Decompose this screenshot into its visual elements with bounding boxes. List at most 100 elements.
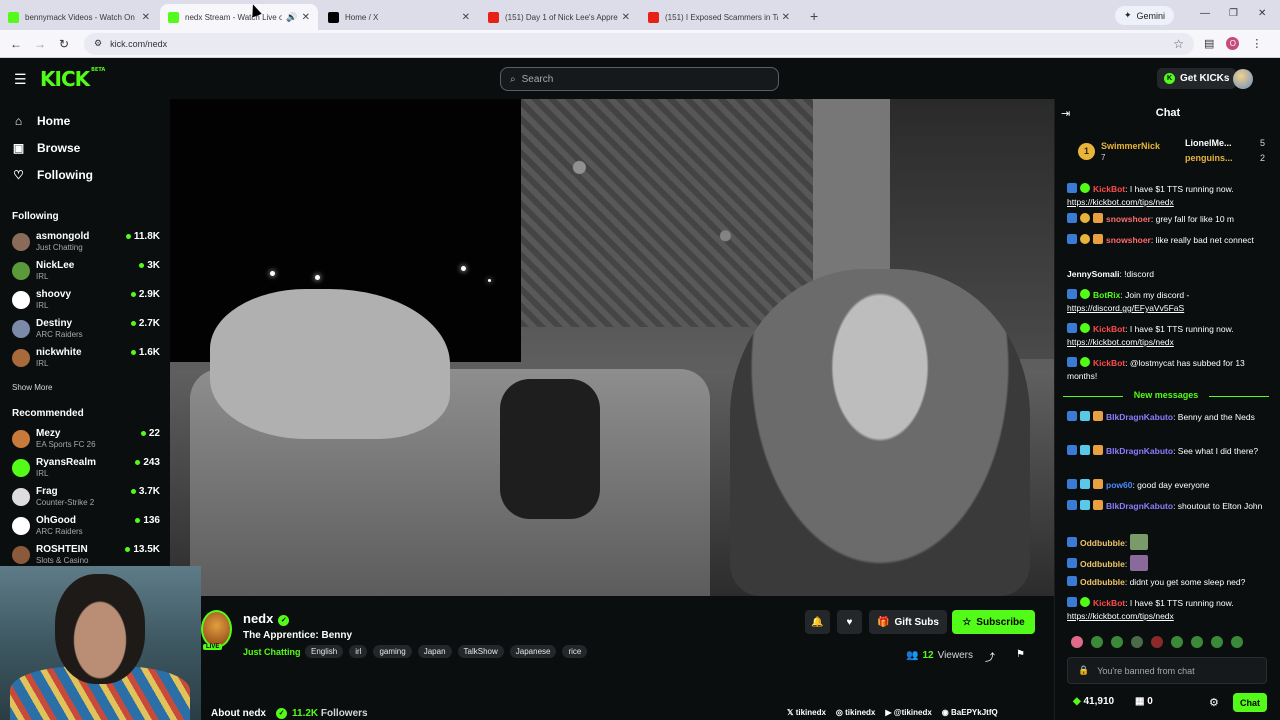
emote-icon[interactable] [1171,636,1183,648]
browser-tab[interactable]: Home / X ✕ [320,4,478,30]
streamer-name[interactable]: nedx ✓ [243,611,290,626]
followed-channel[interactable]: Destiny ARC Raiders 2.7K [12,317,160,343]
reload-icon[interactable]: ↻ [52,37,76,51]
address-bar[interactable]: ⚙ kick.com/nedx ☆ [84,32,1194,55]
gemini-button[interactable]: ✦ Gemini [1114,6,1174,25]
chat-link[interactable]: https://kickbot.com/tips/nedx [1067,611,1174,621]
new-messages-divider[interactable]: New messages [1063,390,1269,400]
minimize-icon[interactable]: — [1200,8,1210,19]
chat-link[interactable]: https://discord.gg/EFyaVv5FaS [1067,303,1184,313]
tag[interactable]: Japan [417,645,452,658]
emote-icon[interactable] [1091,636,1103,648]
site-info-icon[interactable]: ⚙ [94,38,102,49]
leaderboard-first-name[interactable]: SwimmerNick [1101,141,1160,151]
get-kicks-button[interactable]: K Get KICKs [1157,68,1237,89]
chat-username[interactable]: BotRix [1093,290,1120,300]
chat-username[interactable]: KickBot [1093,184,1125,194]
chat-username[interactable]: KickBot [1093,598,1125,608]
new-tab-icon[interactable]: + [810,8,818,24]
stream-category-link[interactable]: Just Chatting [243,647,301,657]
user-avatar[interactable] [1233,69,1253,89]
streamer-avatar[interactable] [201,610,232,648]
emote-icon[interactable] [1151,636,1163,648]
speaker-icon[interactable]: 🔊 [286,12,297,23]
tab-close-icon[interactable]: ✕ [782,12,790,23]
social-link-youtube[interactable]: ▶ @tikinedx [885,708,931,717]
tag[interactable]: rice [562,645,588,658]
subscribe-button[interactable]: ☆ Subscribe [952,610,1035,634]
chat-username[interactable]: snowshoer [1106,235,1151,245]
tab-close-icon[interactable]: ✕ [302,12,310,23]
chat-send-button[interactable]: Chat [1233,693,1267,712]
leaderboard-third-name[interactable]: penguins... [1185,153,1233,163]
chat-username[interactable]: BlkDragnKabuto [1106,501,1173,511]
gift-subs-button[interactable]: 🎁 Gift Subs [869,610,947,634]
browser-tab-active[interactable]: nedx Stream - Watch Live o 🔊 ✕ [160,4,318,30]
profile-avatar[interactable]: O [1226,37,1240,50]
tab-close-icon[interactable]: ✕ [462,12,470,23]
tag[interactable]: irl [349,645,368,658]
chat-link[interactable]: https://kickbot.com/tips/nedx [1067,197,1174,207]
extensions-icon[interactable]: ▤ [1204,37,1214,50]
chat-username[interactable]: Oddbubble [1080,559,1125,569]
followed-channel[interactable]: asmongold Just Chatting 11.8K [12,230,160,256]
forward-icon[interactable]: → [28,37,52,51]
leaderboard-second-name[interactable]: LionelMe... [1185,138,1232,148]
chat-link[interactable]: https://kickbot.com/tips/nedx [1067,337,1174,347]
social-link-x[interactable]: 𝕏 tikinedx [787,708,826,717]
gifts-count[interactable]: ▦ 0 [1135,696,1153,707]
chat-username[interactable]: BlkDragnKabuto [1106,412,1173,422]
search-input[interactable]: ⌕ Search [500,67,779,91]
emote-icon[interactable] [1191,636,1203,648]
browser-tab[interactable]: (151) Day 1 of Nick Lee's Appre ✕ [480,4,638,30]
bookmark-star-icon[interactable]: ☆ [1173,37,1184,51]
tab-close-icon[interactable]: ✕ [142,12,150,23]
menu-kebab-icon[interactable]: ⋮ [1251,37,1262,50]
chat-username[interactable]: KickBot [1093,358,1125,368]
browser-tab[interactable]: (151) I Exposed Scammers in Ta ✕ [640,4,798,30]
hamburger-menu-icon[interactable]: ☰ [14,71,27,88]
recommended-channel[interactable]: Mezy EA Sports FC 26 22 [12,427,160,453]
chat-username[interactable]: pow60 [1106,480,1132,490]
follow-heart-button[interactable]: ♥ [837,610,862,634]
followed-channel[interactable]: shoovy IRL 2.9K [12,288,160,314]
emote-icon[interactable] [1071,636,1083,648]
recommended-channel[interactable]: RyansRealm IRL 243 [12,456,160,482]
share-icon[interactable]: ⤴ [985,649,995,664]
chat-username[interactable]: JennySomali [1067,269,1119,279]
tag[interactable]: gaming [373,645,412,658]
browser-tab[interactable]: bennymack Videos - Watch On ✕ [0,4,158,30]
chat-input[interactable]: 🔒 You're banned from chat [1067,657,1267,684]
emote-icon[interactable] [1211,636,1223,648]
tag[interactable]: English [305,645,344,658]
chat-username[interactable]: snowshoer [1106,214,1151,224]
emote-icon[interactable] [1131,636,1143,648]
emote-icon[interactable] [1231,636,1243,648]
kick-logo[interactable]: KICK BETA [40,67,105,91]
followed-channel[interactable]: NickLee IRL 3K [12,259,160,285]
show-more-link[interactable]: Show More [12,383,52,392]
notification-bell-button[interactable]: 🔔 [805,610,830,634]
sidebar-item-following[interactable]: ♡ Following [12,168,93,182]
chat-username[interactable]: BlkDragnKabuto [1106,446,1173,456]
report-flag-icon[interactable]: ⚑ [1016,649,1025,660]
sidebar-item-home[interactable]: ⌂ Home [12,114,70,128]
tag[interactable]: TalkShow [457,645,504,658]
tag[interactable]: Japanese [509,645,557,658]
sidebar-item-browse[interactable]: ▣ Browse [12,141,81,155]
back-icon[interactable]: ← [4,37,28,51]
social-link-discord[interactable]: ◉ BaEPYkJtfQ [942,708,998,717]
recommended-channel[interactable]: Frag Counter-Strike 2 3.7K [12,485,160,511]
gear-icon[interactable]: ⚙ [1209,696,1219,709]
chat-username[interactable]: Oddbubble [1080,577,1125,587]
chat-username[interactable]: KickBot [1093,324,1125,334]
chat-username[interactable]: Oddbubble [1080,538,1125,548]
video-player[interactable] [170,99,1054,596]
restore-icon[interactable]: ❐ [1229,8,1238,19]
followed-channel[interactable]: nickwhite IRL 1.6K [12,346,160,372]
kicks-balance[interactable]: ◆ 41,910 [1073,696,1114,707]
emote-icon[interactable] [1111,636,1123,648]
tab-close-icon[interactable]: ✕ [622,12,630,23]
recommended-channel[interactable]: OhGood ARC Raiders 136 [12,514,160,540]
close-window-icon[interactable]: ✕ [1258,8,1266,19]
